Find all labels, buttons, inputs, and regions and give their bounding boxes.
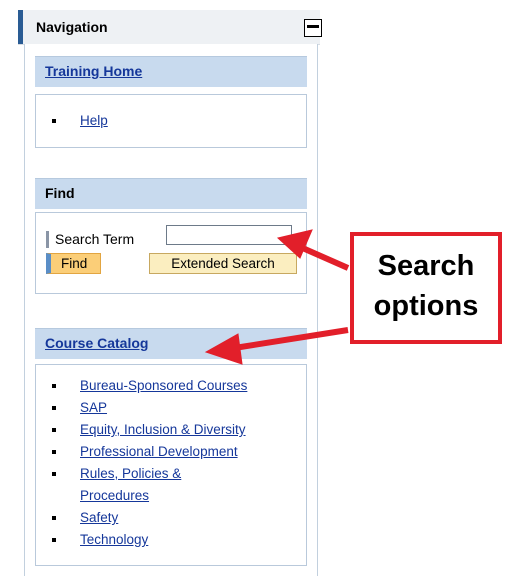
- list-item: SAP: [36, 397, 306, 419]
- catalog-item-safety[interactable]: Safety: [80, 510, 118, 525]
- training-home-box: Help: [35, 94, 307, 148]
- list-item: Rules, Policies & Procedures: [36, 463, 306, 507]
- list-item: Technology: [36, 529, 306, 551]
- list-item: Help: [36, 110, 306, 132]
- course-catalog-link[interactable]: Course Catalog: [45, 335, 148, 351]
- list-item: Bureau-Sponsored Courses: [36, 375, 306, 397]
- course-catalog-header: Course Catalog: [35, 328, 307, 359]
- header-accent-bar: [18, 10, 23, 44]
- callout-line1: Search: [377, 250, 475, 282]
- search-term-label: Search Term: [46, 231, 134, 248]
- find-header: Find: [35, 178, 307, 209]
- catalog-item-rules-policies[interactable]: Rules, Policies &: [80, 466, 181, 481]
- catalog-item-sap[interactable]: SAP: [80, 400, 107, 415]
- extended-search-button[interactable]: Extended Search: [149, 253, 297, 274]
- list-item: Equity, Inclusion & Diversity: [36, 419, 306, 441]
- navigation-title: Navigation: [36, 19, 108, 35]
- course-catalog-box: Bureau-Sponsored Courses SAP Equity, Inc…: [35, 364, 307, 566]
- catalog-item-procedures[interactable]: Procedures: [80, 488, 149, 503]
- search-input[interactable]: [166, 225, 292, 245]
- collapse-icon[interactable]: [304, 19, 322, 37]
- navigation-header: Navigation: [18, 10, 322, 45]
- find-button[interactable]: Find: [46, 253, 101, 274]
- catalog-item-technology[interactable]: Technology: [80, 532, 148, 547]
- catalog-item-equity-inclusion-diversity[interactable]: Equity, Inclusion & Diversity: [80, 422, 246, 437]
- help-link[interactable]: Help: [80, 113, 108, 128]
- callout-box: Search options: [350, 232, 502, 344]
- find-title: Find: [45, 185, 75, 201]
- list-item: Professional Development: [36, 441, 306, 463]
- catalog-item-bureau-sponsored-courses[interactable]: Bureau-Sponsored Courses: [80, 378, 247, 393]
- list-item: Safety: [36, 507, 306, 529]
- training-home-header: Training Home: [35, 56, 307, 87]
- training-home-link[interactable]: Training Home: [45, 63, 142, 79]
- callout-line2: options: [373, 290, 479, 322]
- catalog-item-professional-development[interactable]: Professional Development: [80, 444, 238, 459]
